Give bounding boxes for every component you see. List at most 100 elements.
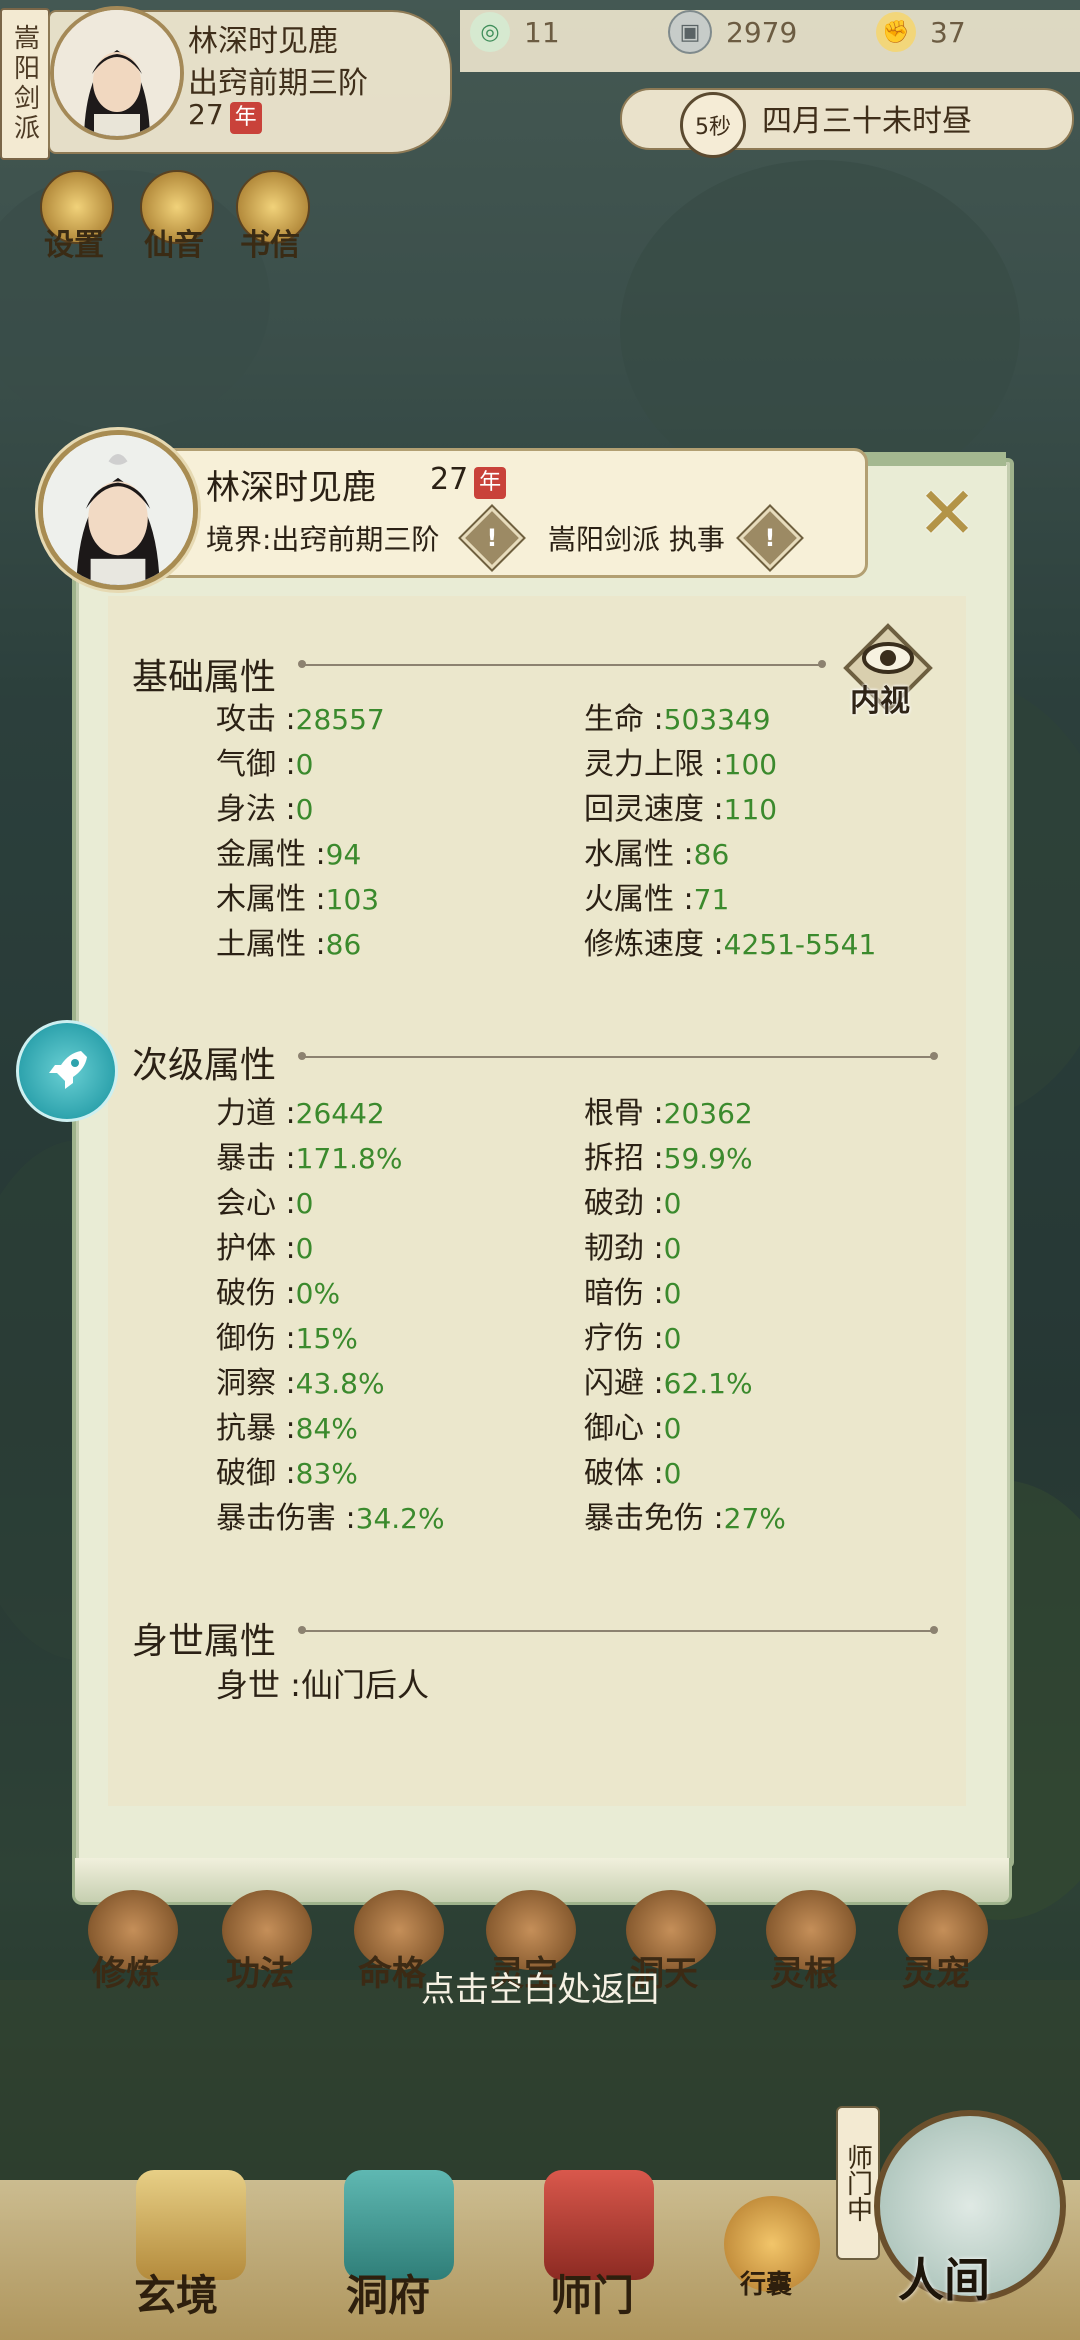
rocket-icon [49, 1051, 87, 1089]
attribute-label: 水属性 : [584, 837, 694, 872]
attribute-value: 4251-5541 [723, 928, 877, 961]
attribute-value: 0 [663, 1277, 682, 1310]
attribute-row: 破伤 :0% [216, 1268, 340, 1312]
attribute-label: 攻击 : [216, 702, 296, 737]
attribute-row: 生命 :503349 [584, 694, 771, 738]
attribute-row: 御伤 :15% [216, 1313, 358, 1357]
header-player-name: 林深时见鹿 [188, 24, 338, 59]
close-button[interactable]: ✕ [910, 476, 984, 550]
sect-status-tag: 师门中 [836, 2106, 880, 2260]
player-portrait-icon [54, 10, 180, 136]
sect-tag: 嵩阳剑派 [0, 8, 50, 160]
background-value: 仙门后人 [300, 1666, 429, 1704]
attribute-value: 103 [325, 883, 380, 916]
attribute-label: 根骨 : [584, 1096, 664, 1131]
character-year-badge: 年 [474, 467, 507, 499]
settings-label: 设置 [44, 228, 104, 263]
spirit-value: 11 [524, 15, 560, 49]
attribute-row: 破御 :83% [216, 1448, 358, 1492]
attribute-value: 110 [723, 793, 778, 826]
background-label: 身世 : [216, 1666, 301, 1704]
attribute-label: 疗伤 : [584, 1321, 664, 1356]
coin-resource[interactable]: ▣ 2979 [668, 10, 797, 54]
attribute-label: 回灵速度 : [584, 792, 724, 827]
header-age: 27 年 [188, 98, 262, 134]
player-avatar[interactable] [50, 6, 184, 140]
attribute-row: 暴击 :171.8% [216, 1133, 402, 1177]
attribute-value: 503349 [663, 703, 771, 736]
attribute-label: 抗暴 : [216, 1411, 296, 1446]
attribute-row: 洞察 :43.8% [216, 1358, 385, 1402]
attribute-label: 御心 : [584, 1411, 664, 1446]
attribute-label: 破体 : [584, 1456, 664, 1491]
attribute-row: 根骨 :20362 [584, 1088, 753, 1132]
section-divider [298, 1626, 938, 1634]
section-divider [298, 660, 826, 668]
attribute-row: 韧劲 :0 [584, 1223, 681, 1267]
attribute-label: 暴击免伤 : [584, 1501, 724, 1536]
attribute-value: 20362 [663, 1097, 753, 1130]
muscle-icon: ✊ [876, 12, 916, 52]
attribute-label: 洞察 : [216, 1366, 296, 1401]
close-icon: ✕ [916, 471, 978, 555]
attribute-value: 26442 [295, 1097, 385, 1130]
attribute-row: 金属性 :94 [216, 829, 361, 873]
character-avatar [38, 430, 198, 590]
attribute-label: 会心 : [216, 1186, 296, 1221]
character-sect-rank: 嵩阳剑派 执事 [548, 523, 725, 556]
attribute-value: 83% [295, 1457, 358, 1490]
attribute-value: 86 [325, 928, 362, 961]
attribute-row: 灵力上限 :100 [584, 739, 777, 783]
spirit-resource[interactable]: ◎ 11 [470, 10, 560, 54]
attribute-value: 100 [723, 748, 778, 781]
attribute-row: 身法 :0 [216, 784, 313, 828]
attribute-row: 护体 :0 [216, 1223, 313, 1267]
attribute-row: 回灵速度 :110 [584, 784, 777, 828]
attribute-label: 闪避 : [584, 1366, 664, 1401]
attribute-value: 43.8% [295, 1367, 385, 1400]
nav-label-cave-house[interactable]: 洞府 [346, 2262, 430, 2323]
attribute-value: 59.9% [663, 1142, 753, 1175]
attribute-label: 灵力上限 : [584, 747, 724, 782]
attribute-label: 韧劲 : [584, 1231, 664, 1266]
attribute-row: 抗暴 :84% [216, 1403, 358, 1447]
attribute-row: 气御 :0 [216, 739, 313, 783]
coin-value: 2979 [726, 15, 798, 49]
attribute-label: 修炼速度 : [584, 927, 724, 962]
attribute-label: 破御 : [216, 1456, 296, 1491]
attribute-value: 0 [295, 748, 314, 781]
attribute-label: 破劲 : [584, 1186, 664, 1221]
mail-label: 书信 [240, 228, 300, 263]
stamina-resource[interactable]: ✊ 37 [876, 10, 966, 54]
attribute-value: 0 [663, 1232, 682, 1265]
background-row: 身世 :仙门后人 [216, 1660, 429, 1706]
game-date: 四月三十未时昼 [762, 104, 972, 139]
attribute-label: 气御 : [216, 747, 296, 782]
attribute-row: 拆招 :59.9% [584, 1133, 753, 1177]
attribute-value: 86 [693, 838, 730, 871]
attribute-value: 0 [663, 1322, 682, 1355]
nav-label-sect[interactable]: 师门 [550, 2262, 634, 2323]
spirit-swirl-icon: ◎ [470, 12, 510, 52]
realm-info-icon: ! [486, 524, 498, 552]
header-realm: 出窍前期三阶 [188, 66, 368, 101]
attribute-value: 71 [693, 883, 730, 916]
attribute-row: 暴击免伤 :27% [584, 1493, 786, 1537]
attribute-value: 0 [663, 1187, 682, 1220]
music-label: 仙音 [144, 228, 204, 263]
nav-label-realm[interactable]: 玄境 [134, 2262, 218, 2323]
rocket-shortcut-button[interactable] [16, 1020, 118, 1122]
basic-attributes-title: 基础属性 [132, 657, 277, 698]
attribute-label: 暴击 : [216, 1141, 296, 1176]
attribute-value: 84% [295, 1412, 358, 1445]
attribute-value: 0 [663, 1412, 682, 1445]
attribute-row: 破体 :0 [584, 1448, 681, 1492]
attribute-value: 0% [295, 1277, 341, 1310]
stamina-value: 37 [930, 15, 966, 49]
attribute-label: 力道 : [216, 1096, 296, 1131]
attribute-row: 暴击伤害 :34.2% [216, 1493, 445, 1537]
attribute-row: 火属性 :71 [584, 874, 729, 918]
attribute-label: 生命 : [584, 702, 664, 737]
sect-info-icon: ! [764, 524, 776, 552]
year-badge: 年 [229, 102, 262, 134]
